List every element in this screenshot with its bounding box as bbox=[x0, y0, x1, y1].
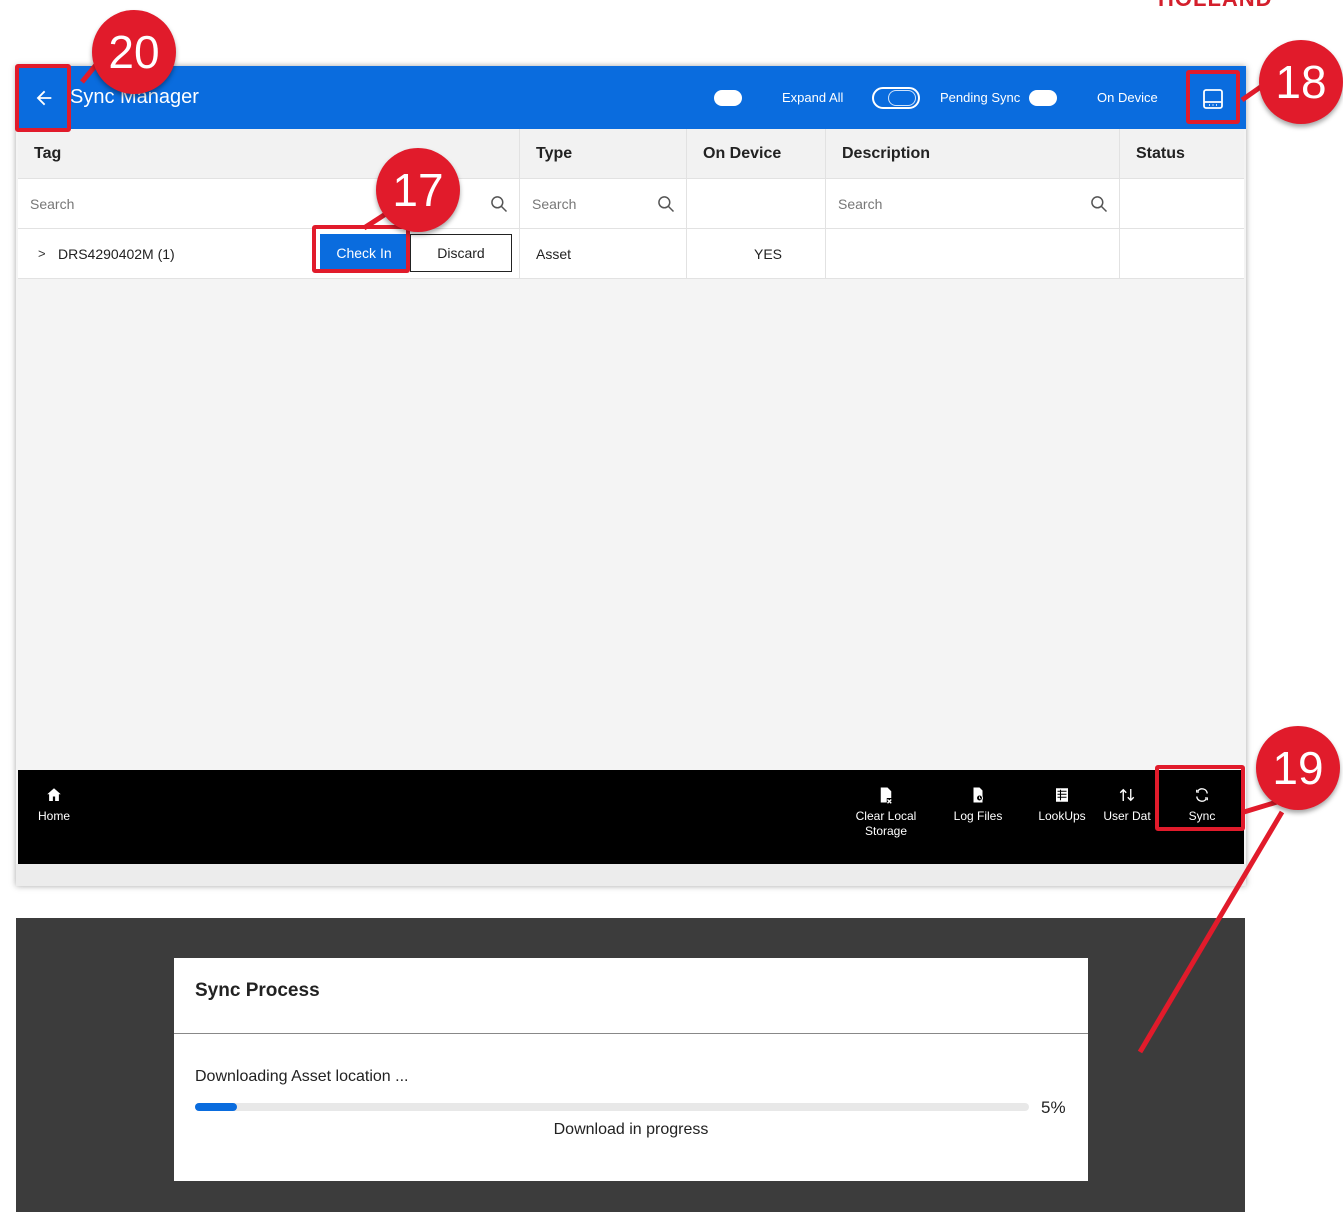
search-icon[interactable] bbox=[489, 194, 509, 214]
sync-table: Tag Type On Device Description Status Se… bbox=[18, 129, 1244, 279]
nav-user-data-label: User Dat bbox=[1103, 809, 1151, 823]
column-header-type[interactable]: Type bbox=[520, 129, 687, 179]
nav-clear-local-storage[interactable]: Clear Local Storage bbox=[848, 786, 924, 839]
on-device-cell: YES bbox=[687, 229, 826, 279]
back-button[interactable] bbox=[18, 68, 70, 128]
home-icon bbox=[47, 788, 61, 801]
type-cell: Asset bbox=[520, 229, 687, 279]
column-header-description[interactable]: Description bbox=[826, 129, 1120, 179]
sync-progress-percent: 5% bbox=[1041, 1098, 1066, 1117]
nav-user-data[interactable]: User Dat bbox=[1102, 786, 1152, 824]
sync-icon bbox=[1196, 788, 1208, 802]
sync-status-text: Download in progress bbox=[553, 1121, 709, 1138]
callout-badge-20: 20 bbox=[92, 10, 176, 94]
search-icon[interactable] bbox=[1089, 194, 1109, 214]
table-row[interactable]: > DRS4290402M (1) Check In Discard Asset… bbox=[18, 229, 1244, 279]
expand-all-toggle[interactable] bbox=[714, 87, 762, 109]
tag-search-placeholder: Search bbox=[30, 196, 75, 212]
top-app-bar: Sync Manager Expand All Pending Sync On … bbox=[16, 66, 1246, 129]
discard-button[interactable]: Discard bbox=[410, 234, 512, 272]
type-search-field[interactable]: Search bbox=[520, 179, 687, 229]
layout-toggle-button[interactable] bbox=[1192, 78, 1234, 120]
sync-manager-screen: Sync Manager Expand All Pending Sync On … bbox=[16, 66, 1246, 886]
sync-progress-fill bbox=[195, 1103, 237, 1111]
chevron-right-icon[interactable]: > bbox=[38, 246, 46, 261]
table-icon bbox=[1056, 788, 1068, 802]
sync-message: Downloading Asset location ... bbox=[195, 1068, 409, 1085]
layout-panel-icon bbox=[1203, 89, 1223, 109]
description-cell bbox=[826, 229, 1120, 279]
nav-sync-label: Sync bbox=[1188, 809, 1216, 823]
description-search-placeholder: Search bbox=[838, 196, 883, 212]
nav-home-label: Home bbox=[38, 809, 71, 823]
sync-process-dialog: Sync Process Downloading Asset location … bbox=[174, 958, 1088, 1181]
column-header-status[interactable]: Status bbox=[1120, 129, 1244, 179]
nav-log-files[interactable]: Log Files bbox=[950, 786, 1006, 824]
clear-storage-icon bbox=[880, 787, 892, 804]
nav-sync[interactable]: Sync bbox=[1182, 786, 1222, 824]
callout-badge-18: 18 bbox=[1259, 40, 1343, 124]
tag-value: DRS4290402M (1) bbox=[58, 246, 175, 262]
expand-all-label: Expand All bbox=[782, 90, 844, 105]
bottom-nav-bar: Home Clear Local Storage Log Files LookU… bbox=[18, 770, 1244, 864]
type-search-placeholder: Search bbox=[532, 196, 577, 212]
table-header-row: Tag Type On Device Description Status bbox=[18, 129, 1244, 179]
page: HOLLAND Sync Manager Expand All Pending … bbox=[0, 0, 1343, 1212]
bottom-strip bbox=[16, 864, 1246, 886]
column-header-on-device[interactable]: On Device bbox=[687, 129, 826, 179]
arrow-left-icon bbox=[36, 90, 52, 106]
sync-process-screen: Sync Process Downloading Asset location … bbox=[16, 918, 1245, 1212]
description-search-field[interactable]: Search bbox=[826, 179, 1120, 229]
on-device-label: On Device bbox=[1097, 90, 1158, 105]
on-device-toggle[interactable] bbox=[1029, 87, 1077, 109]
callout-badge-19: 19 bbox=[1256, 726, 1340, 810]
check-in-button[interactable]: Check In bbox=[320, 234, 408, 272]
log-files-icon bbox=[973, 787, 984, 803]
nav-log-files-label: Log Files bbox=[953, 809, 1003, 823]
on-device-value: YES bbox=[753, 246, 782, 262]
status-cell bbox=[1120, 229, 1244, 279]
nav-clear-local-storage-label: Clear Local Storage bbox=[855, 809, 917, 838]
status-filter-cell bbox=[1120, 179, 1244, 229]
filter-row: Search Search Search bbox=[18, 179, 1244, 229]
nav-home[interactable]: Home bbox=[38, 786, 70, 824]
nav-lookups-label: LookUps bbox=[1038, 809, 1086, 823]
brand-logo-text: HOLLAND bbox=[1158, 0, 1273, 12]
dialog-divider bbox=[174, 1033, 1088, 1034]
search-icon[interactable] bbox=[656, 194, 676, 214]
pending-sync-toggle[interactable] bbox=[872, 87, 920, 109]
tag-cell: > DRS4290402M (1) Check In Discard bbox=[18, 229, 520, 279]
sync-progress-bar bbox=[195, 1103, 1029, 1111]
nav-lookups[interactable]: LookUps bbox=[1034, 786, 1090, 824]
callout-badge-17: 17 bbox=[376, 148, 460, 232]
pending-sync-label: Pending Sync bbox=[940, 90, 1021, 105]
up-down-arrows-icon bbox=[1119, 788, 1135, 802]
dialog-title: Sync Process bbox=[195, 980, 320, 1001]
on-device-filter-cell bbox=[687, 179, 826, 229]
